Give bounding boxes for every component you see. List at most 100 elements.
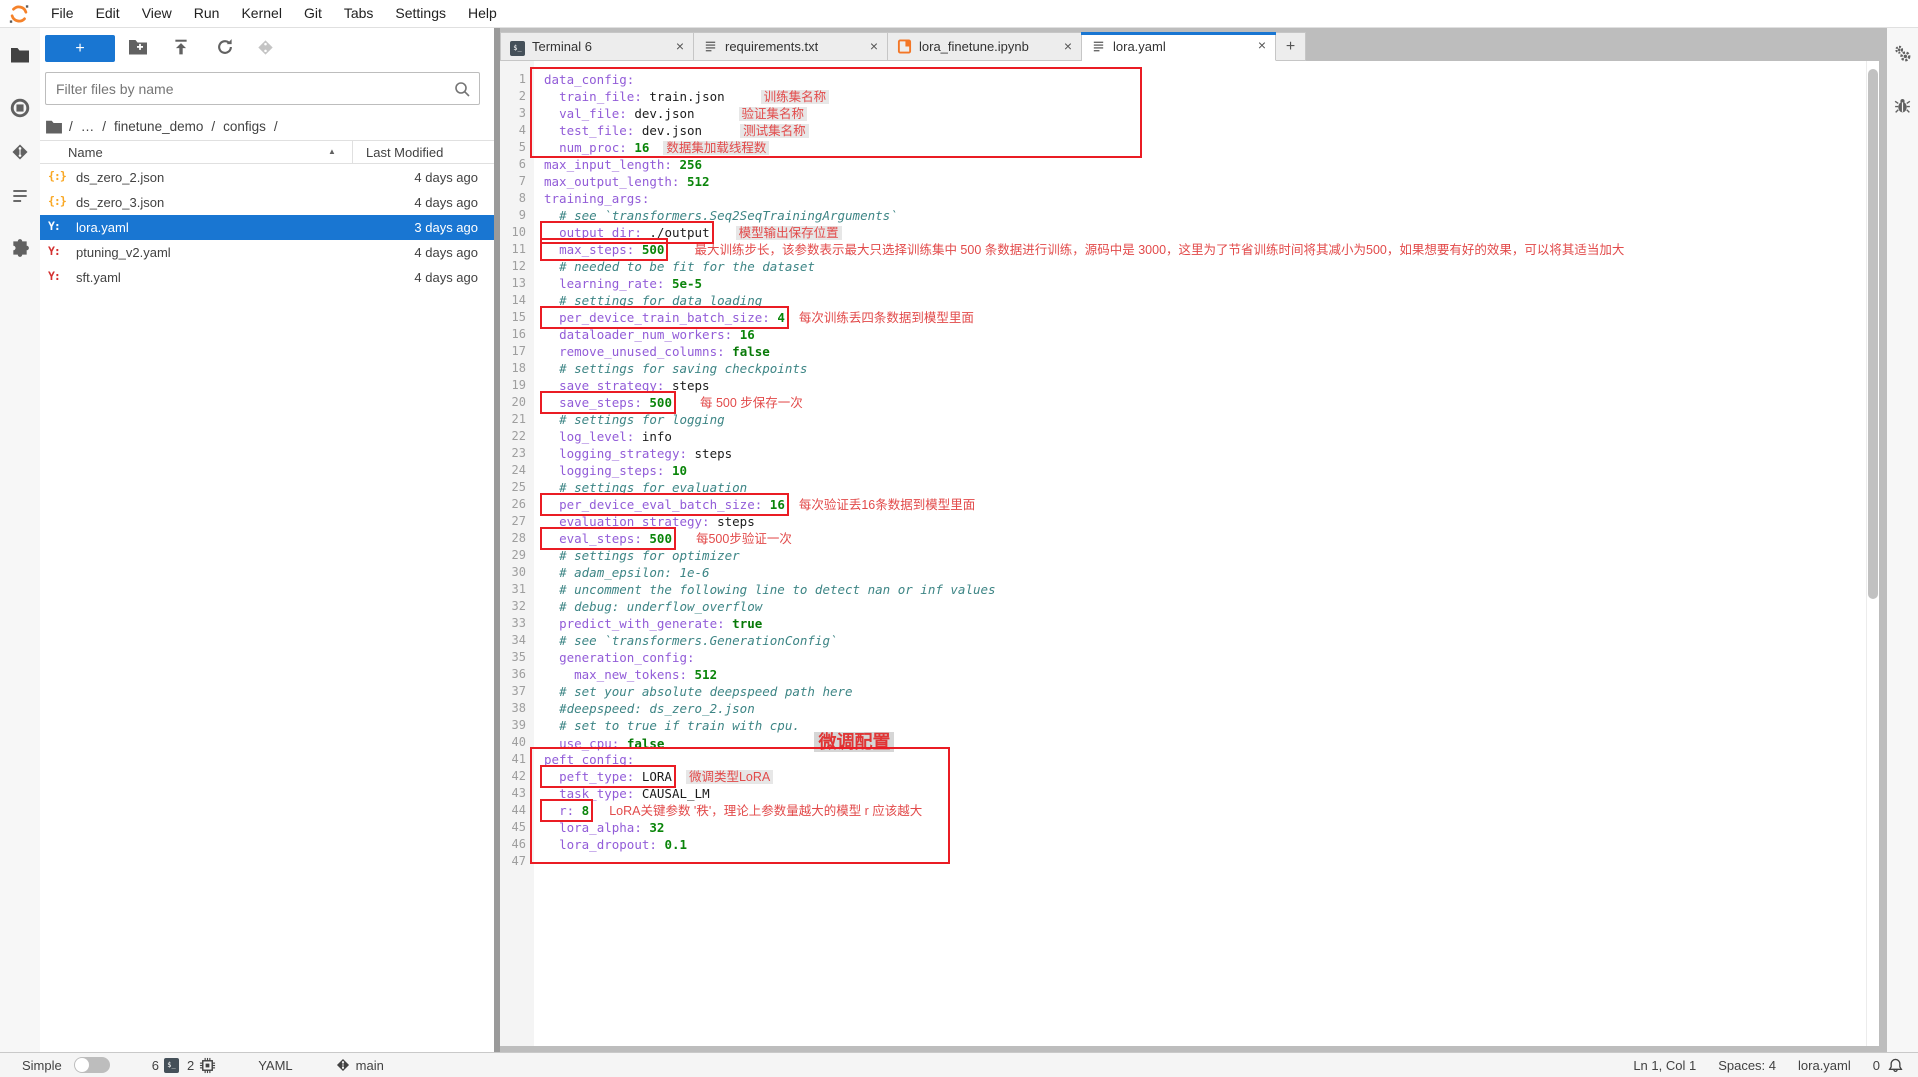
new-folder-icon[interactable] — [128, 38, 148, 58]
code-line-30[interactable]: # adam_epsilon: 1e-6 — [544, 564, 1865, 581]
menu-item-kernel[interactable]: Kernel — [230, 0, 292, 27]
file-row-ds_zero_3.json[interactable]: {:}ds_zero_3.json4 days ago — [40, 190, 494, 215]
editor-scrollbar[interactable] — [1866, 61, 1879, 1046]
code-line-4[interactable]: test_file: dev.json测试集名称 — [544, 122, 1865, 139]
file-row-sft.yaml[interactable]: Y:sft.yaml4 days ago — [40, 265, 494, 290]
code-line-41[interactable]: peft_config: — [544, 751, 1865, 768]
close-icon[interactable]: × — [1258, 37, 1266, 53]
code-line-15[interactable]: per_device_train_batch_size: 4每次训练丢四条数据到… — [544, 309, 1865, 326]
code-line-9[interactable]: # see `transformers.Seq2SeqTrainingArgum… — [544, 207, 1865, 224]
code-line-39[interactable]: # set to true if train with cpu. — [544, 717, 1865, 734]
git-clone-icon-disabled[interactable] — [256, 38, 276, 58]
code-line-44[interactable]: r: 8LoRA关键参数 '秩'，理论上参数量越大的模型 r 应该越大 — [544, 802, 1865, 819]
menu-item-view[interactable]: View — [131, 0, 183, 27]
code-line-35[interactable]: generation_config: — [544, 649, 1865, 666]
table-of-contents-icon[interactable] — [10, 186, 30, 206]
code-line-42[interactable]: peft_type: LORA微调类型LoRA — [544, 768, 1865, 785]
code-line-26[interactable]: per_device_eval_batch_size: 16每次验证丢16条数据… — [544, 496, 1865, 513]
code-line-19[interactable]: save_strategy: steps — [544, 377, 1865, 394]
code-line-23[interactable]: logging_strategy: steps — [544, 445, 1865, 462]
code-line-20[interactable]: save_steps: 500每 500 步保存一次 — [544, 394, 1865, 411]
code-line-40[interactable]: use_cpu: false微调配置 — [544, 734, 1865, 751]
code-line-36[interactable]: max_new_tokens: 512 — [544, 666, 1865, 683]
code-area[interactable]: data_config: train_file: train.json训练集名称… — [534, 61, 1865, 1046]
menu-item-git[interactable]: Git — [293, 0, 333, 27]
indent-setting[interactable]: Spaces: 4 — [1718, 1058, 1776, 1073]
running-sessions-icon[interactable] — [10, 98, 30, 118]
code-line-24[interactable]: logging_steps: 10 — [544, 462, 1865, 479]
close-icon[interactable]: × — [676, 38, 684, 54]
code-line-28[interactable]: eval_steps: 500每500步验证一次 — [544, 530, 1865, 547]
new-tab-button[interactable]: + — [1276, 32, 1306, 61]
column-name[interactable]: Name — [68, 145, 103, 160]
file-browser-icon[interactable] — [10, 46, 30, 66]
menu-item-tabs[interactable]: Tabs — [333, 0, 385, 27]
new-launcher-button[interactable]: + — [45, 35, 115, 62]
code-line-32[interactable]: # debug: underflow_overflow — [544, 598, 1865, 615]
refresh-icon[interactable] — [216, 38, 236, 58]
git-branch[interactable]: main — [335, 1057, 384, 1073]
tab-requirements.txt[interactable]: requirements.txt× — [694, 32, 888, 61]
tab-lora.yaml[interactable]: lora.yaml× — [1082, 32, 1276, 61]
close-icon[interactable]: × — [870, 38, 878, 54]
scrollbar-thumb[interactable] — [1868, 69, 1878, 599]
file-row-ptuning_v2.yaml[interactable]: Y:ptuning_v2.yaml4 days ago — [40, 240, 494, 265]
home-folder-icon[interactable] — [45, 119, 63, 134]
menu-item-edit[interactable]: Edit — [85, 0, 131, 27]
code-line-33[interactable]: predict_with_generate: true — [544, 615, 1865, 632]
code-line-21[interactable]: # settings for logging — [544, 411, 1865, 428]
code-line-46[interactable]: lora_dropout: 0.1 — [544, 836, 1865, 853]
file-row-ds_zero_2.json[interactable]: {:}ds_zero_2.json4 days ago — [40, 165, 494, 190]
debugger-bug-icon[interactable] — [1893, 96, 1912, 115]
tab-lora_finetune.ipynb[interactable]: lora_finetune.ipynb× — [888, 32, 1082, 61]
code-line-37[interactable]: # set your absolute deepspeed path here — [544, 683, 1865, 700]
code-line-3[interactable]: val_file: dev.json验证集名称 — [544, 105, 1865, 122]
code-line-16[interactable]: dataloader_num_workers: 16 — [544, 326, 1865, 343]
code-line-1[interactable]: data_config: — [544, 71, 1865, 88]
kernel-count[interactable]: 2 — [187, 1057, 216, 1074]
code-line-34[interactable]: # see `transformers.GenerationConfig` — [544, 632, 1865, 649]
editor-panel[interactable]: 1234567891011121314151617181920212223242… — [500, 61, 1879, 1046]
menu-item-help[interactable]: Help — [457, 0, 508, 27]
code-line-17[interactable]: remove_unused_columns: false — [544, 343, 1865, 360]
code-line-8[interactable]: training_args: — [544, 190, 1865, 207]
code-line-11[interactable]: max_steps: 500最大训练步长，该参数表示最大只选择训练集中 500 … — [544, 241, 1865, 258]
code-line-31[interactable]: # uncomment the following line to detect… — [544, 581, 1865, 598]
code-line-43[interactable]: task_type: CAUSAL_LM — [544, 785, 1865, 802]
simple-mode-toggle[interactable] — [74, 1057, 110, 1073]
tab-Terminal 6[interactable]: $_Terminal 6× — [500, 32, 694, 61]
breadcrumb-segment[interactable]: configs — [223, 119, 266, 134]
terminal-count[interactable]: 6 $_ — [152, 1058, 179, 1073]
code-line-47[interactable] — [544, 853, 1865, 870]
menu-item-settings[interactable]: Settings — [384, 0, 457, 27]
language-mode[interactable]: YAML — [258, 1058, 292, 1073]
code-line-29[interactable]: # settings for optimizer — [544, 547, 1865, 564]
code-line-13[interactable]: learning_rate: 5e-5 — [544, 275, 1865, 292]
code-line-6[interactable]: max_input_length: 256 — [544, 156, 1865, 173]
file-row-lora.yaml[interactable]: Y:lora.yaml3 days ago — [40, 215, 494, 240]
filter-files-input[interactable] — [56, 73, 446, 104]
menu-item-file[interactable]: File — [40, 0, 85, 27]
code-line-12[interactable]: # needed to be fit for the dataset — [544, 258, 1865, 275]
notifications[interactable]: 0 — [1873, 1057, 1904, 1074]
code-line-10[interactable]: output_dir: ./output模型输出保存位置 — [544, 224, 1865, 241]
code-line-5[interactable]: num_proc: 16数据集加载线程数 — [544, 139, 1865, 156]
code-line-7[interactable]: max_output_length: 512 — [544, 173, 1865, 190]
code-line-22[interactable]: log_level: info — [544, 428, 1865, 445]
column-last-modified[interactable]: Last Modified — [366, 145, 443, 160]
git-icon[interactable] — [10, 142, 30, 162]
code-line-18[interactable]: # settings for saving checkpoints — [544, 360, 1865, 377]
code-line-45[interactable]: lora_alpha: 32 — [544, 819, 1865, 836]
code-line-25[interactable]: # settings for evaluation — [544, 479, 1865, 496]
cursor-position[interactable]: Ln 1, Col 1 — [1633, 1058, 1696, 1073]
code-line-2[interactable]: train_file: train.json训练集名称 — [544, 88, 1865, 105]
close-icon[interactable]: × — [1064, 38, 1072, 54]
file-list-header[interactable]: Name ▲ Last Modified — [40, 140, 494, 164]
code-line-14[interactable]: # settings for data loading — [544, 292, 1865, 309]
menu-item-run[interactable]: Run — [183, 0, 231, 27]
breadcrumb-segment[interactable]: finetune_demo — [114, 119, 203, 134]
property-inspector-gears-icon[interactable] — [1893, 44, 1912, 63]
code-line-27[interactable]: evaluation_strategy: steps — [544, 513, 1865, 530]
extensions-puzzle-icon[interactable] — [10, 238, 30, 258]
breadcrumb-segment[interactable]: … — [81, 119, 95, 134]
